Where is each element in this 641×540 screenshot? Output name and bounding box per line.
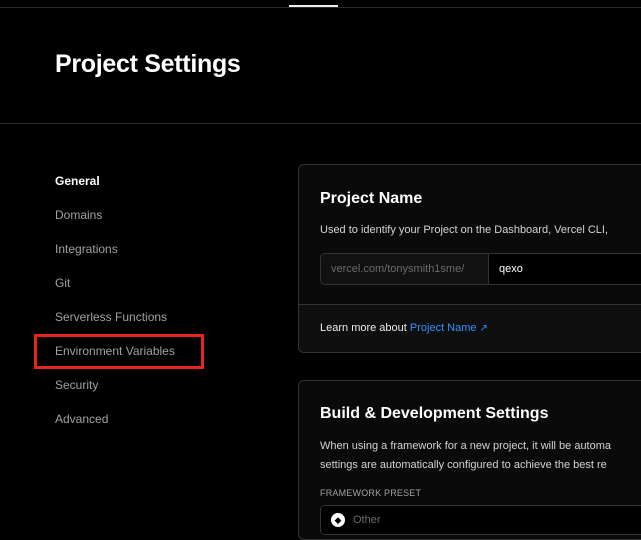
framework-icon: ◆: [331, 513, 345, 527]
settings-sidebar: General Domains Integrations Git Serverl…: [55, 172, 225, 444]
page-title: Project Settings: [55, 50, 241, 78]
sidebar-item-integrations[interactable]: Integrations: [55, 240, 225, 274]
card-title: Project Name: [320, 190, 423, 207]
sidebar-item-advanced[interactable]: Advanced: [55, 410, 225, 444]
footer-label: Learn more about: [320, 322, 410, 334]
external-link-icon[interactable]: ↗: [480, 323, 488, 334]
framework-preset-select[interactable]: ◆ Other: [320, 505, 641, 535]
project-name-input-group: vercel.com/tonysmith1sme/: [320, 253, 641, 285]
framework-preset-label: FRAMEWORK PRESET: [320, 488, 422, 498]
build-settings-card: Build & Development Settings When using …: [298, 380, 641, 540]
card-description-line2: settings are automatically configured to…: [320, 459, 607, 471]
sidebar-item-security[interactable]: Security: [55, 376, 225, 410]
card-title: Build & Development Settings: [320, 405, 549, 422]
sidebar-item-domains[interactable]: Domains: [55, 206, 225, 240]
highlight-annotation-box: [34, 334, 204, 369]
url-prefix: vercel.com/tonysmith1sme/: [321, 254, 489, 284]
project-name-docs-link[interactable]: Project Name: [410, 322, 477, 334]
sidebar-item-git[interactable]: Git: [55, 274, 225, 308]
card-description: Used to identify your Project on the Das…: [320, 224, 608, 236]
sidebar-item-general[interactable]: General: [55, 172, 225, 206]
footer-text: Learn more about Project Name ↗: [320, 322, 488, 334]
project-name-input[interactable]: [489, 254, 641, 284]
active-tab-indicator: [289, 5, 338, 7]
card-description-line1: When using a framework for a new project…: [320, 440, 612, 452]
project-name-card: Project Name Used to identify your Proje…: [298, 164, 641, 353]
card-footer: Learn more about Project Name ↗: [299, 304, 641, 352]
header-divider: [0, 123, 641, 124]
framework-preset-value: Other: [353, 514, 381, 526]
